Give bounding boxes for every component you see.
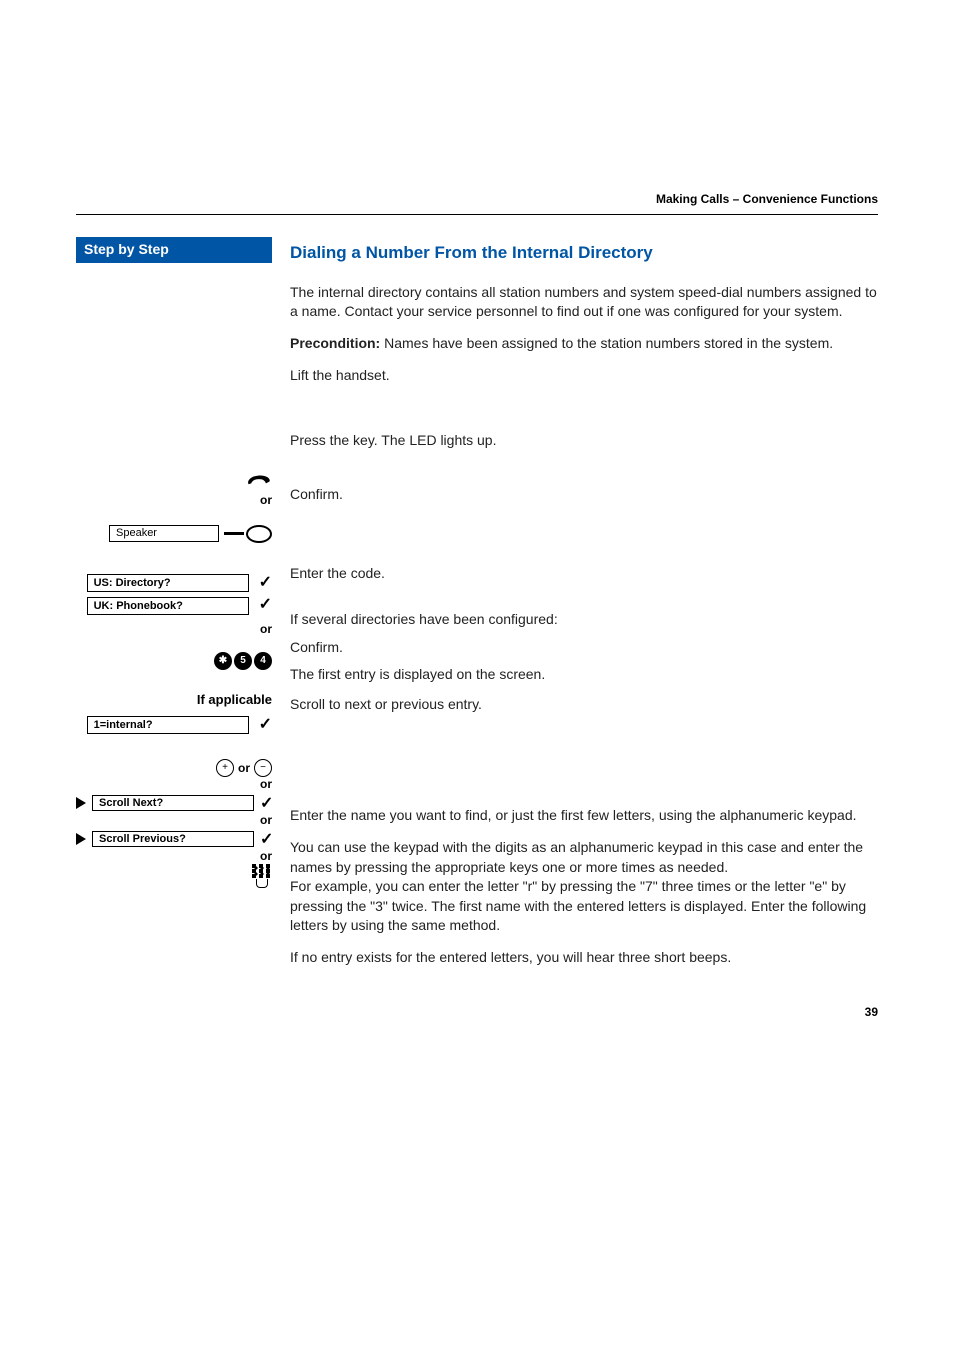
speaker-key[interactable]: Speaker bbox=[109, 525, 219, 541]
document-page: Making Calls – Convenience Functions Ste… bbox=[0, 0, 954, 1059]
lift-handset-text: Lift the handset. bbox=[290, 366, 878, 386]
check-icon: ✓ bbox=[259, 595, 272, 616]
check-icon: ✓ bbox=[260, 829, 273, 849]
minus-key-icon[interactable]: − bbox=[254, 759, 272, 777]
if-applicable-label: If applicable bbox=[197, 692, 272, 709]
scroll-next-display: Scroll Next? bbox=[92, 795, 254, 811]
keypad-explain-text: You can use the keypad with the digits a… bbox=[290, 838, 878, 936]
section-title: Making Calls – Convenience Functions bbox=[656, 192, 878, 206]
plus-minus-row: + or − bbox=[76, 759, 272, 777]
uk-phonebook-row: UK: Phonebook? ✓ bbox=[76, 595, 272, 616]
precondition-paragraph: Precondition: Names have been assigned t… bbox=[290, 334, 878, 354]
or-label: or bbox=[76, 622, 272, 638]
spacer bbox=[76, 303, 272, 471]
us-directory-row: US: Directory? ✓ bbox=[76, 573, 272, 594]
check-icon: ✓ bbox=[259, 715, 272, 736]
key-4[interactable]: 4 bbox=[254, 652, 272, 670]
subsection-heading: Dialing a Number From the Internal Direc… bbox=[290, 237, 878, 265]
check-icon: ✓ bbox=[260, 793, 273, 813]
keypad-icon[interactable] bbox=[252, 864, 272, 888]
if-several-text: If several directories have been configu… bbox=[290, 610, 878, 630]
scroll-text: Scroll to next or previous entry. bbox=[290, 695, 878, 715]
code-keys-row: ✱ 5 4 bbox=[76, 652, 272, 670]
speaker-key-row: Speaker bbox=[76, 525, 272, 543]
or-label: or bbox=[76, 813, 272, 829]
handset-icon bbox=[246, 473, 272, 489]
confirm2-text: Confirm. bbox=[290, 638, 878, 658]
keypad-row bbox=[76, 864, 272, 888]
or-inline: or bbox=[238, 761, 250, 777]
first-entry-text: The first entry is displayed on the scre… bbox=[290, 665, 878, 685]
internal-option-row: 1=internal? ✓ bbox=[76, 715, 272, 736]
handset-row bbox=[76, 471, 272, 491]
or-label: or bbox=[76, 777, 272, 793]
us-directory-display: US: Directory? bbox=[87, 574, 249, 592]
page-number: 39 bbox=[76, 1005, 878, 1019]
or-label: or bbox=[76, 493, 272, 509]
if-applicable-row: If applicable bbox=[76, 692, 272, 709]
led-key-icon bbox=[224, 525, 272, 543]
key-5[interactable]: 5 bbox=[234, 652, 252, 670]
service-code[interactable]: ✱ 5 4 bbox=[214, 652, 272, 670]
confirm-text: Confirm. bbox=[290, 485, 878, 505]
enter-code-text: Enter the code. bbox=[290, 564, 878, 584]
precondition-text: Names have been assigned to the station … bbox=[380, 335, 833, 351]
triangle-icon bbox=[76, 797, 86, 809]
key-star[interactable]: ✱ bbox=[214, 652, 232, 670]
content-columns: Step by Step or Speaker US: Di bbox=[76, 237, 878, 979]
precondition-label: Precondition: bbox=[290, 335, 380, 351]
uk-phonebook-display: UK: Phonebook? bbox=[87, 597, 249, 615]
internal-option-display: 1=internal? bbox=[87, 716, 249, 734]
enter-name-text: Enter the name you want to find, or just… bbox=[290, 806, 878, 826]
no-entry-text: If no entry exists for the entered lette… bbox=[290, 948, 878, 968]
scroll-next-row: Scroll Next? ✓ bbox=[76, 793, 272, 813]
step-by-step-header: Step by Step bbox=[76, 237, 272, 263]
scroll-previous-display: Scroll Previous? bbox=[92, 831, 254, 847]
instruction-column: Dialing a Number From the Internal Direc… bbox=[290, 237, 878, 979]
press-key-text: Press the key. The LED lights up. bbox=[290, 431, 878, 451]
running-header: Making Calls – Convenience Functions bbox=[76, 190, 878, 215]
step-column: Step by Step or Speaker US: Di bbox=[76, 237, 272, 888]
plus-key-icon[interactable]: + bbox=[216, 759, 234, 777]
intro-paragraph: The internal directory contains all stat… bbox=[290, 283, 878, 322]
or-label: or bbox=[76, 849, 272, 865]
check-icon: ✓ bbox=[259, 573, 272, 594]
scroll-previous-row: Scroll Previous? ✓ bbox=[76, 829, 272, 849]
triangle-icon bbox=[76, 833, 86, 845]
